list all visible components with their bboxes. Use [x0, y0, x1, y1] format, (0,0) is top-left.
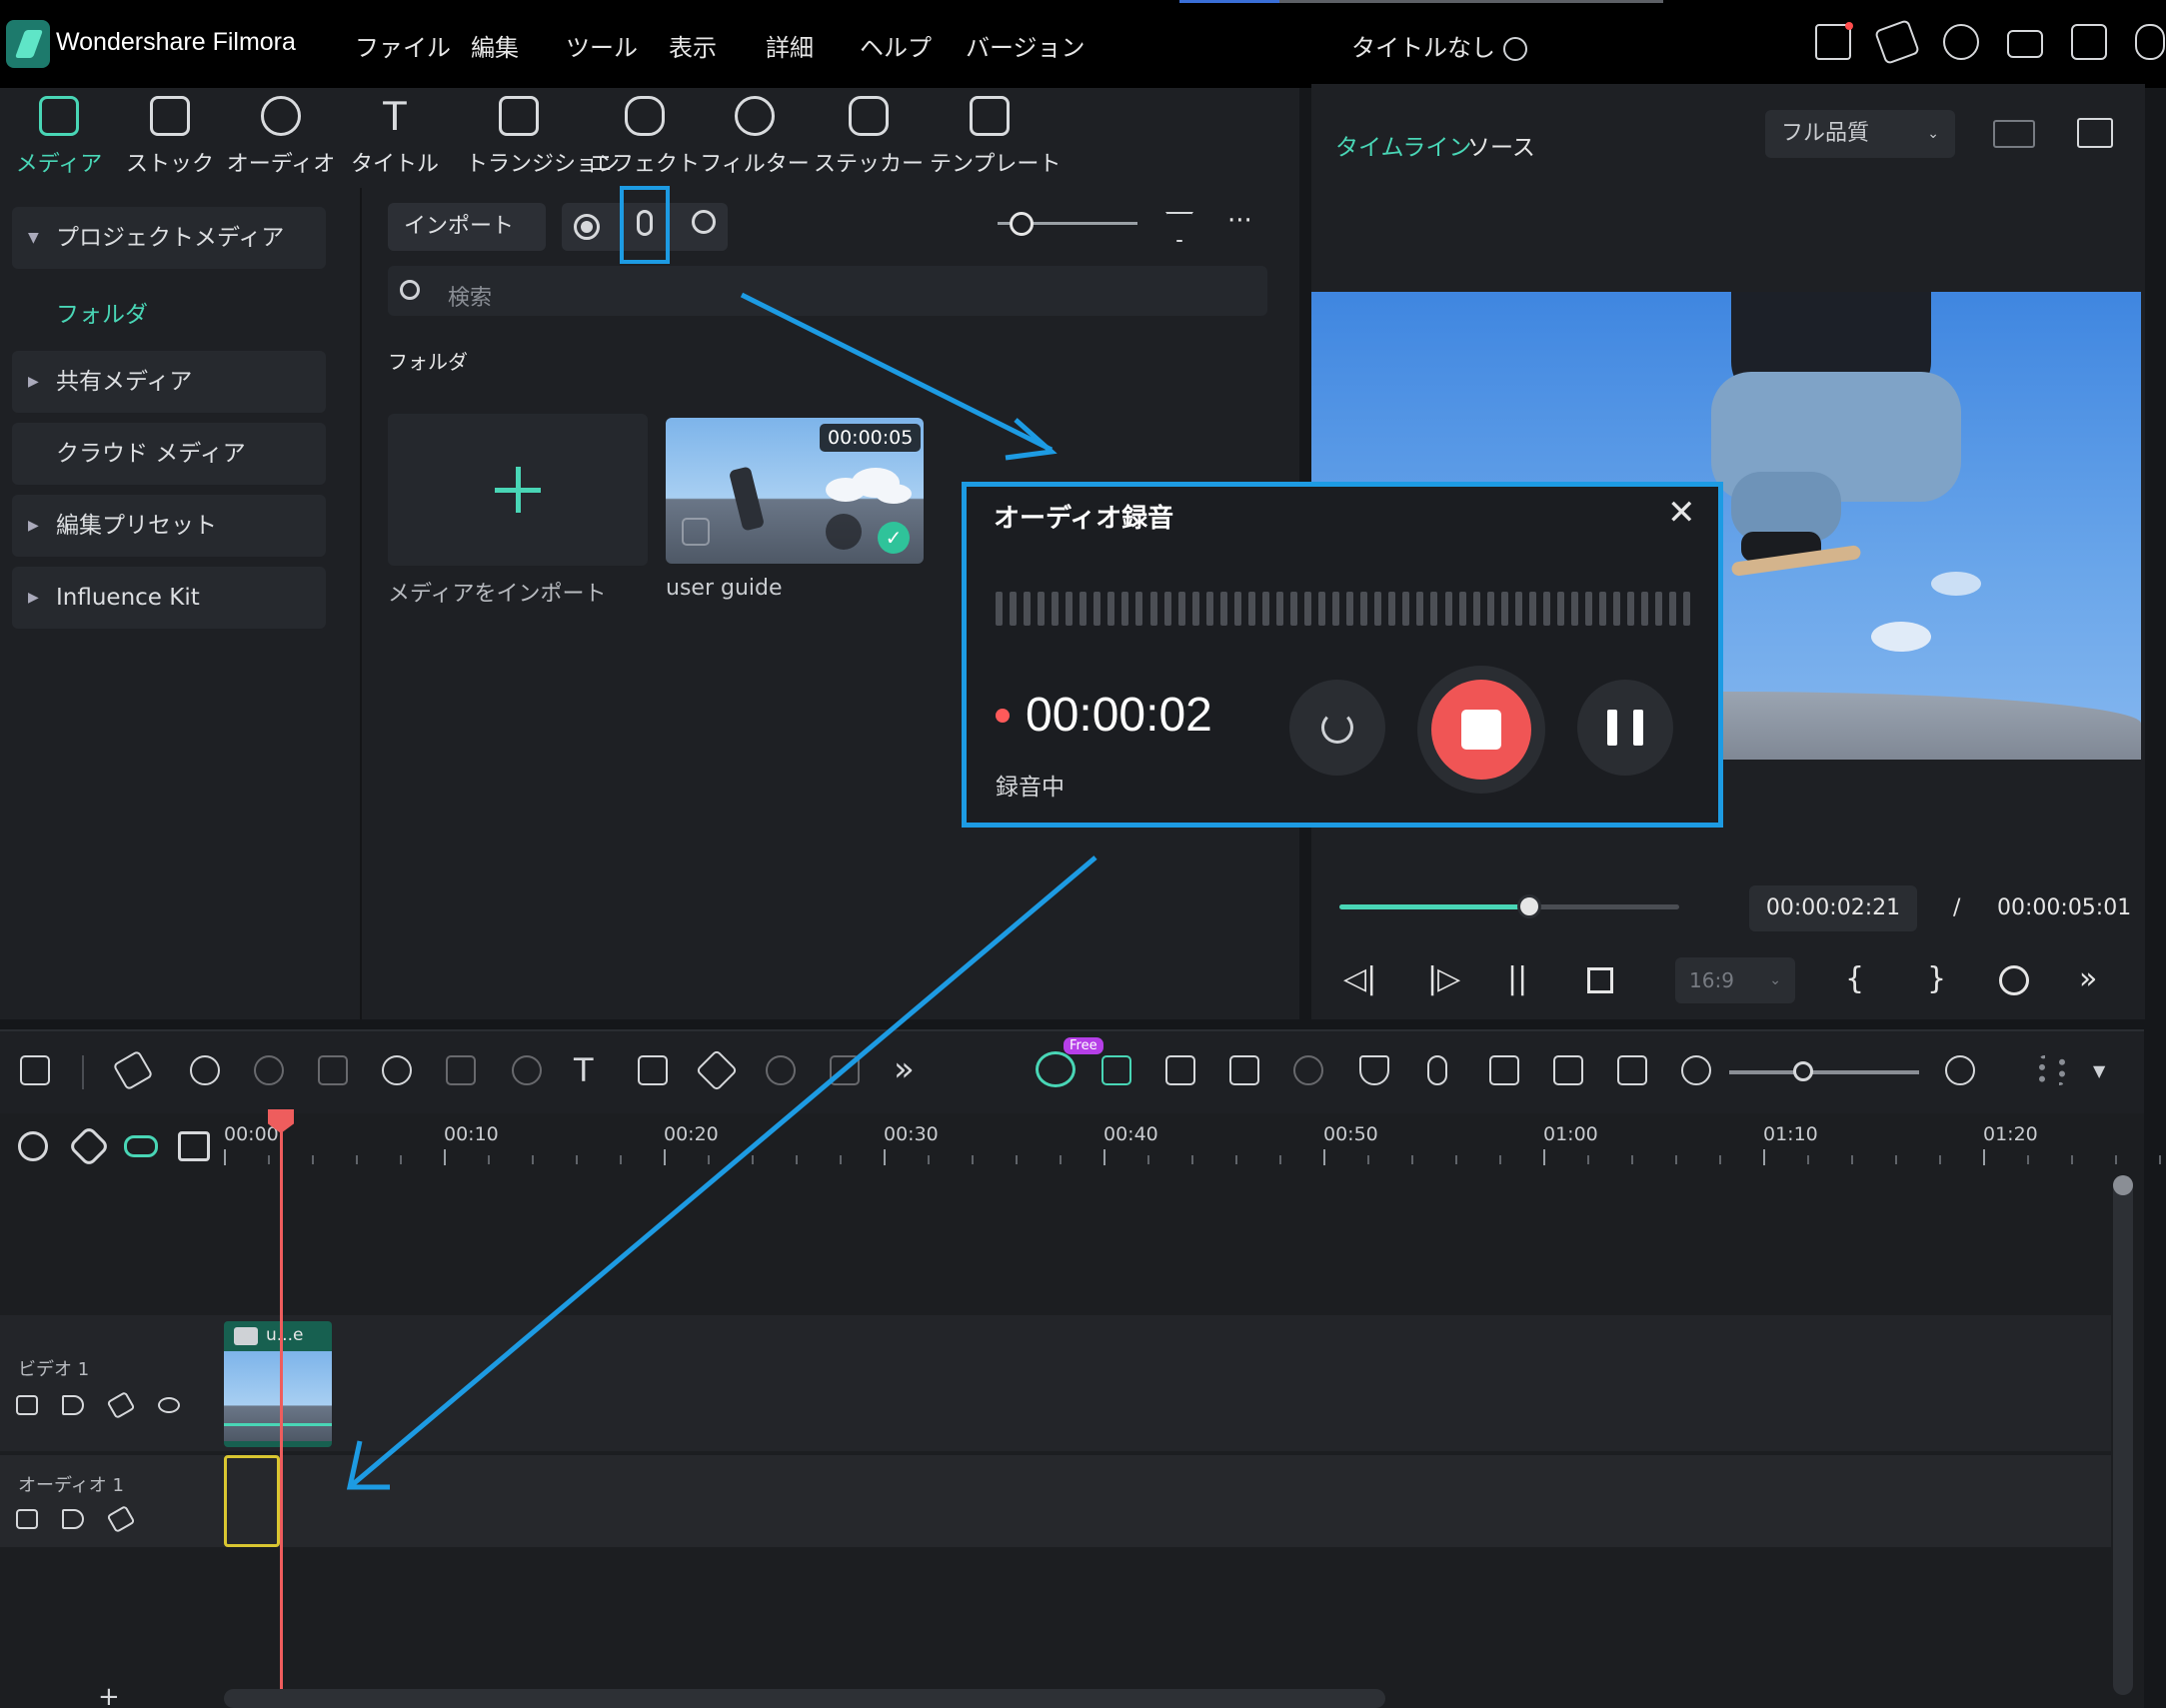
level-bar: [1135, 592, 1143, 626]
level-bar: [1627, 592, 1635, 626]
level-bar: [1613, 592, 1621, 626]
level-bar: [1052, 592, 1060, 626]
level-bar: [1683, 592, 1691, 626]
level-bar: [1289, 592, 1297, 626]
pause-icon: [1607, 710, 1617, 746]
pause-icon-bar: [1633, 710, 1643, 746]
level-bar: [1304, 592, 1312, 626]
recording-elapsed-time: 00:00:02: [1026, 689, 1212, 742]
level-bar: [1163, 592, 1171, 626]
level-bar: [1641, 592, 1649, 626]
level-bar: [1318, 592, 1326, 626]
stop-icon: [1461, 710, 1501, 750]
close-icon[interactable]: ✕: [1667, 496, 1696, 530]
level-bar: [1528, 592, 1536, 626]
level-bar: [1080, 592, 1087, 626]
level-bar: [1261, 592, 1269, 626]
level-bar: [1542, 592, 1550, 626]
level-bar: [1149, 592, 1157, 626]
level-bar: [1038, 592, 1046, 626]
pause-recording-button[interactable]: [1577, 680, 1673, 776]
level-bar: [1093, 592, 1101, 626]
level-bar: [1472, 592, 1480, 626]
level-bar: [1121, 592, 1129, 626]
level-bar: [1107, 592, 1115, 626]
level-bar: [1247, 592, 1255, 626]
level-bar: [1402, 592, 1410, 626]
level-bar: [1066, 592, 1074, 626]
level-bar: [1205, 592, 1213, 626]
recording-indicator-dot: [996, 709, 1010, 723]
level-bar: [1360, 592, 1368, 626]
level-bar: [1584, 592, 1592, 626]
level-bar: [1444, 592, 1452, 626]
level-bar: [996, 592, 1003, 626]
annotation-arrows: [346, 292, 1097, 1490]
level-bar: [1430, 592, 1438, 626]
level-bar: [1655, 592, 1663, 626]
level-bar: [1500, 592, 1508, 626]
level-bar: [1346, 592, 1354, 626]
level-bar: [1669, 592, 1677, 626]
level-bar: [1219, 592, 1227, 626]
dialog-title: オーディオ録音: [994, 504, 1174, 534]
level-bar: [1486, 592, 1494, 626]
level-bar: [1233, 592, 1241, 626]
level-bar: [1332, 592, 1340, 626]
level-bar: [1191, 592, 1199, 626]
level-bar: [1388, 592, 1396, 626]
level-bar: [1416, 592, 1424, 626]
level-bar: [1177, 592, 1185, 626]
level-bar: [1458, 592, 1466, 626]
level-bar: [1024, 592, 1032, 626]
level-bar: [1275, 592, 1283, 626]
recording-status: 録音中: [996, 775, 1065, 801]
level-bar: [1599, 592, 1607, 626]
level-bar: [1570, 592, 1578, 626]
level-bar: [1556, 592, 1564, 626]
level-bar: [1514, 592, 1522, 626]
level-bar: [1374, 592, 1382, 626]
audio-level-meter: [996, 592, 1691, 628]
level-bar: [1010, 592, 1018, 626]
reset-icon: [1321, 712, 1353, 744]
